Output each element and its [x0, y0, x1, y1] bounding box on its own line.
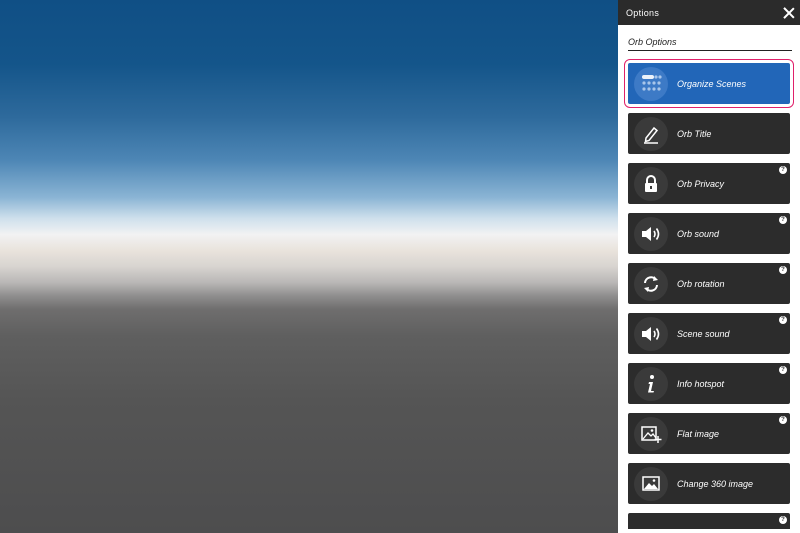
help-icon[interactable]: ?	[779, 216, 787, 224]
panel-title: Options	[626, 7, 660, 18]
help-icon[interactable]: ?	[779, 316, 787, 324]
option-label: Orb rotation	[677, 278, 725, 289]
help-icon[interactable]: ?	[779, 416, 787, 424]
flat-image-icon	[634, 416, 668, 451]
panorama-viewport[interactable]	[0, 0, 618, 533]
flat-image-button[interactable]: Flat image ?	[628, 413, 790, 454]
organize-scenes-button[interactable]: Organize Scenes	[624, 59, 794, 108]
option-label: Flat image	[677, 428, 720, 439]
lock-icon	[634, 166, 668, 201]
options-list: Organize Scenes Orb Title Orb Privacy ?	[618, 59, 800, 529]
option-label: Change 360 image	[677, 478, 754, 489]
panel-header: Options	[618, 0, 800, 25]
scene-sound-button[interactable]: Scene sound ?	[628, 313, 790, 354]
info-hotspot-button[interactable]: Info hotspot ?	[628, 363, 790, 404]
option-label: Scene sound	[677, 328, 730, 339]
image-icon	[634, 466, 668, 501]
orb-rotation-button[interactable]: Orb rotation ?	[628, 263, 790, 304]
section-title: Orb Options	[628, 37, 792, 51]
help-icon[interactable]: ?	[779, 266, 787, 274]
option-label: Orb Title	[677, 128, 712, 139]
help-icon[interactable]: ?	[779, 166, 787, 174]
speaker-icon	[634, 316, 668, 351]
help-icon[interactable]: ?	[779, 516, 787, 524]
option-label: Orb Privacy	[677, 178, 725, 189]
orb-privacy-button[interactable]: Orb Privacy ?	[628, 163, 790, 204]
organize-scenes-icon	[634, 66, 668, 101]
close-icon[interactable]	[782, 6, 796, 20]
orb-sound-button[interactable]: Orb sound ?	[628, 213, 790, 254]
speaker-icon	[634, 216, 668, 251]
orb-title-button[interactable]: Orb Title	[628, 113, 790, 154]
info-icon	[634, 366, 668, 401]
option-label: Orb sound	[677, 228, 720, 239]
option-label: Organize Scenes	[677, 78, 747, 89]
pen-icon	[634, 116, 668, 151]
rotate-icon	[634, 266, 668, 301]
help-icon[interactable]: ?	[779, 366, 787, 374]
options-panel: Options Orb Options Organize Scenes Orb …	[618, 0, 800, 533]
option-label: Info hotspot	[677, 378, 725, 389]
next-option-button[interactable]: ?	[628, 513, 790, 529]
change-360-image-button[interactable]: Change 360 image	[628, 463, 790, 504]
